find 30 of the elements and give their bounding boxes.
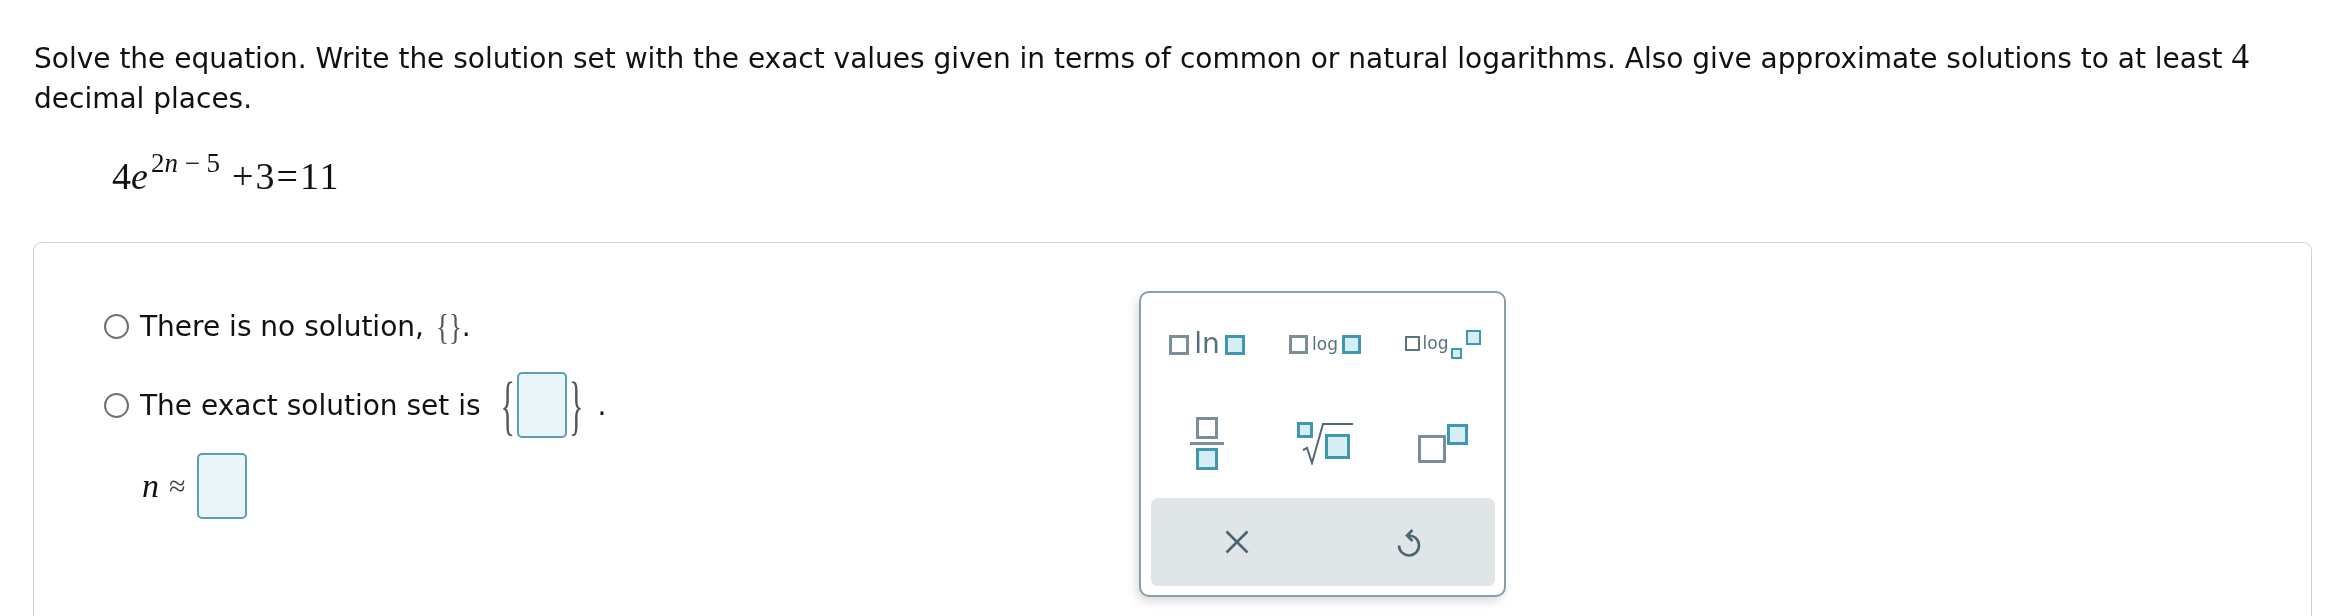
square-icon [1289, 334, 1309, 354]
open-brace: { [500, 367, 515, 443]
radio-button[interactable] [104, 392, 129, 418]
natural-log-button[interactable]: ln [1161, 327, 1253, 361]
answer-box[interactable] [197, 453, 248, 519]
approx-symbol: ≈ [169, 469, 186, 503]
instructions: Solve the equation. Write the solution set with the exact values given in terms of common or natural logarithms. Also give approximate solutions to at least 4 decimal places. [34, 37, 2250, 117]
period: . [597, 388, 607, 422]
exponent-icon [1418, 423, 1468, 464]
log-base-button[interactable]: log [1401, 326, 1485, 362]
square-icon [1404, 336, 1420, 351]
cross-icon [1225, 530, 1249, 554]
square-icon [1169, 335, 1190, 355]
close-brace: } [568, 367, 584, 443]
radical-icon [1297, 422, 1353, 465]
square-icon [1466, 329, 1482, 345]
square-icon [1451, 347, 1463, 359]
option-label[interactable]: The exact solution set is [140, 388, 481, 422]
option-label[interactable]: There is no solution, [140, 309, 424, 343]
log-button[interactable]: log [1282, 331, 1368, 357]
fraction-icon [1190, 417, 1224, 470]
square-icon [1224, 335, 1245, 355]
fraction-button[interactable] [1187, 414, 1227, 473]
variable-label: n [142, 467, 159, 505]
square-icon [1341, 334, 1361, 354]
answer-box[interactable] [516, 372, 567, 438]
undo-icon [1396, 527, 1422, 557]
radio-button[interactable] [104, 313, 129, 339]
empty-set-symbol: {}. [435, 309, 471, 343]
root-button[interactable] [1294, 419, 1356, 468]
